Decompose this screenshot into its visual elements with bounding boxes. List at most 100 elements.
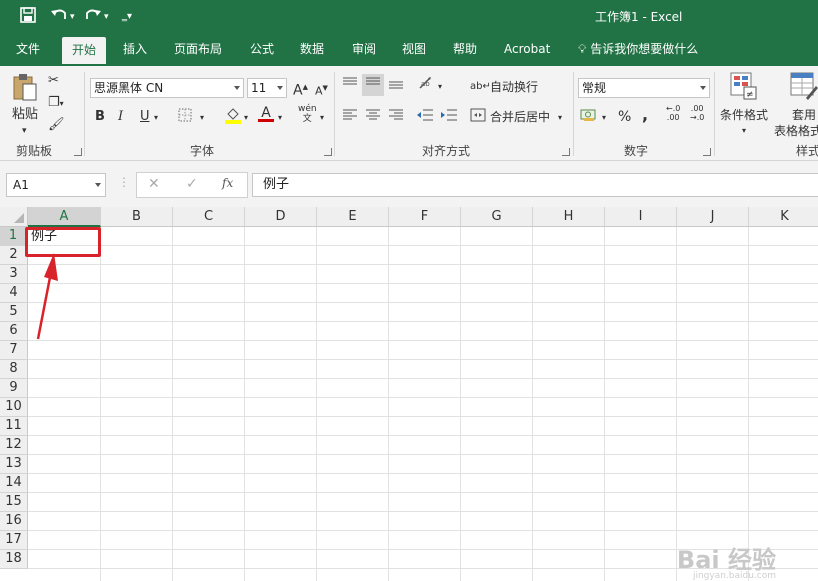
- undo-dropdown-icon[interactable]: ▾: [70, 7, 75, 27]
- row-header[interactable]: 9: [0, 379, 28, 398]
- tab-data[interactable]: 数据: [300, 34, 324, 66]
- format-as-table-label-2[interactable]: 表格格式: [774, 122, 818, 140]
- redo-dropdown-icon[interactable]: ▾: [104, 7, 109, 27]
- tab-home[interactable]: 开始: [62, 37, 107, 66]
- decrease-indent-icon[interactable]: [416, 108, 434, 128]
- paste-icon[interactable]: [10, 72, 40, 102]
- merge-center-button[interactable]: 合并后居中: [490, 108, 550, 126]
- column-header[interactable]: I: [605, 207, 677, 227]
- align-left-icon[interactable]: [342, 108, 358, 128]
- clipboard-launcher-icon[interactable]: [74, 148, 82, 156]
- merge-dropdown-icon[interactable]: ▾: [558, 109, 562, 127]
- fill-color-dropdown-icon[interactable]: ▾: [244, 109, 248, 127]
- comma-button[interactable]: ,: [642, 106, 648, 124]
- row-header[interactable]: 4: [0, 284, 28, 303]
- row-header[interactable]: 13: [0, 455, 28, 474]
- align-right-icon[interactable]: [388, 108, 404, 128]
- phonetic-dropdown-icon[interactable]: ▾: [320, 109, 324, 127]
- row-header[interactable]: 15: [0, 493, 28, 512]
- column-header[interactable]: F: [389, 207, 461, 227]
- name-box-dropdown-icon[interactable]: [95, 183, 101, 187]
- orientation-icon[interactable]: ab: [418, 76, 438, 96]
- decrease-decimal-icon[interactable]: .00 →.0: [690, 104, 704, 122]
- row-header[interactable]: 18: [0, 550, 28, 569]
- increase-font-icon[interactable]: A▲: [293, 78, 308, 100]
- accounting-dropdown-icon[interactable]: ▾: [602, 109, 606, 127]
- row-header[interactable]: 1: [0, 227, 28, 246]
- font-color-dropdown-icon[interactable]: ▾: [278, 109, 282, 127]
- conditional-dropdown-icon[interactable]: ▾: [742, 122, 746, 140]
- tab-help[interactable]: 帮助: [453, 34, 477, 66]
- align-middle-icon[interactable]: [362, 74, 384, 96]
- row-header[interactable]: 14: [0, 474, 28, 493]
- row-header[interactable]: 2: [0, 246, 28, 265]
- orientation-dropdown-icon[interactable]: ▾: [438, 78, 442, 96]
- increase-indent-icon[interactable]: [440, 108, 458, 128]
- conditional-formatting-icon[interactable]: ≠: [730, 72, 758, 106]
- column-header[interactable]: E: [317, 207, 389, 227]
- row-header[interactable]: 6: [0, 322, 28, 341]
- bold-button[interactable]: B: [95, 108, 105, 126]
- row-header[interactable]: 12: [0, 436, 28, 455]
- row-header[interactable]: 3: [0, 265, 28, 284]
- phonetic-icon[interactable]: wén 文: [298, 104, 317, 124]
- align-top-icon[interactable]: [342, 76, 358, 96]
- column-header[interactable]: C: [173, 207, 245, 227]
- select-all-corner[interactable]: [0, 207, 28, 227]
- tell-me-search[interactable]: 💡︎ 告诉我你想要做什么: [578, 34, 698, 66]
- cancel-entry-icon[interactable]: ✕: [148, 176, 160, 192]
- font-size-combo[interactable]: 11: [247, 78, 287, 98]
- tab-file[interactable]: 文件: [16, 34, 40, 66]
- align-bottom-icon[interactable]: [388, 76, 404, 96]
- paste-dropdown-icon[interactable]: ▾: [22, 122, 27, 140]
- decrease-font-icon[interactable]: A▼: [315, 79, 328, 101]
- font-color-icon[interactable]: A: [258, 104, 274, 122]
- spreadsheet-grid[interactable]: ABCDEFGHIJK 1 2 3 4 5 6 7 8 9 10 11 12 13 14 15 16 17 18 …: [0, 207, 818, 581]
- row-header[interactable]: 10: [0, 398, 28, 417]
- column-header[interactable]: H: [533, 207, 605, 227]
- align-center-icon[interactable]: [365, 108, 381, 128]
- column-header[interactable]: B: [101, 207, 173, 227]
- accounting-format-icon[interactable]: [580, 108, 598, 128]
- name-box[interactable]: A1: [6, 173, 106, 197]
- underline-dropdown-icon[interactable]: ▾: [154, 109, 158, 127]
- row-header[interactable]: 8: [0, 360, 28, 379]
- font-launcher-icon[interactable]: [324, 148, 332, 156]
- row-header[interactable]: 5: [0, 303, 28, 322]
- row-header[interactable]: 16: [0, 512, 28, 531]
- tab-insert[interactable]: 插入: [123, 34, 147, 66]
- fill-color-icon[interactable]: [224, 106, 242, 130]
- font-name-combo[interactable]: 思源黑体 CN: [90, 78, 244, 98]
- tab-view[interactable]: 视图: [402, 34, 426, 66]
- percent-button[interactable]: %: [618, 108, 631, 126]
- format-as-table-icon[interactable]: [790, 72, 818, 106]
- borders-icon[interactable]: [178, 108, 192, 128]
- undo-icon[interactable]: [50, 7, 68, 27]
- tab-page-layout[interactable]: 页面布局: [174, 34, 222, 66]
- tab-review[interactable]: 审阅: [352, 34, 376, 66]
- cut-icon[interactable]: ✂: [48, 72, 59, 90]
- insert-function-icon[interactable]: fx: [222, 176, 233, 190]
- copy-icon[interactable]: ❐▾: [48, 94, 64, 113]
- tab-acrobat[interactable]: Acrobat: [504, 34, 550, 66]
- column-header[interactable]: J: [677, 207, 749, 227]
- column-header[interactable]: G: [461, 207, 533, 227]
- row-header[interactable]: 17: [0, 531, 28, 550]
- number-launcher-icon[interactable]: [703, 148, 711, 156]
- alignment-launcher-icon[interactable]: [562, 148, 570, 156]
- save-icon[interactable]: [20, 7, 36, 27]
- format-painter-icon[interactable]: 🖌︎: [48, 116, 65, 134]
- confirm-entry-icon[interactable]: ✓: [186, 176, 198, 192]
- merge-center-icon[interactable]: [470, 108, 486, 128]
- italic-button[interactable]: I: [118, 108, 123, 126]
- wrap-text-icon[interactable]: ab↵: [470, 78, 491, 96]
- borders-dropdown-icon[interactable]: ▾: [200, 109, 204, 127]
- wrap-text-button[interactable]: 自动换行: [490, 78, 538, 96]
- formula-input[interactable]: 例子: [252, 173, 818, 197]
- number-format-combo[interactable]: 常规: [578, 78, 710, 98]
- customize-toolbar-icon[interactable]: ‗▾: [122, 7, 132, 27]
- column-header[interactable]: A: [28, 207, 101, 227]
- tab-formulas[interactable]: 公式: [250, 34, 274, 66]
- row-header[interactable]: 11: [0, 417, 28, 436]
- row-header[interactable]: 7: [0, 341, 28, 360]
